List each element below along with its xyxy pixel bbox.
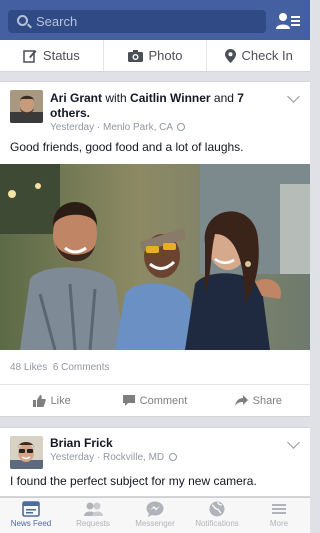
story-header: Ari Grant with Caitlin Winner and 7 othe…: [50, 91, 275, 121]
camera-icon: [127, 49, 143, 62]
location[interactable]: Rockville, MD: [103, 452, 164, 463]
comment-label: Comment: [139, 394, 188, 407]
tab-label: News Feed: [10, 519, 52, 528]
search-input[interactable]: Search: [8, 10, 266, 33]
tab-bar: News Feed Requests Messenger Notificatio…: [0, 497, 310, 533]
tab-label: Requests: [76, 519, 110, 528]
like-label: Like: [50, 394, 71, 407]
tagged-friend[interactable]: Caitlin Winner: [130, 91, 211, 105]
menu-icon: [272, 504, 286, 514]
story-actions: Like Comment Share: [0, 384, 310, 416]
tab-label: More: [269, 519, 289, 528]
tab-label: Messenger: [135, 519, 175, 528]
story-text: Good friends, good food and a lot of lau…: [10, 140, 244, 154]
photo-button[interactable]: Photo: [104, 40, 208, 71]
timestamp[interactable]: Yesterday: [50, 452, 94, 463]
tab-more[interactable]: More: [248, 498, 310, 533]
top-bar: Search: [0, 0, 310, 40]
friend-requests-icon[interactable]: [276, 12, 300, 30]
globe-notifications-icon: [209, 501, 225, 517]
search-icon: [17, 15, 28, 26]
with-text: with: [102, 91, 131, 105]
friends-icon: [84, 502, 103, 516]
location[interactable]: Menlo Park, CA: [103, 122, 172, 133]
tab-notifications[interactable]: Notifications: [186, 498, 248, 533]
author-name[interactable]: Ari Grant: [50, 91, 102, 105]
comment-button[interactable]: Comment: [103, 385, 206, 416]
feed-story: Ari Grant with Caitlin Winner and 7 othe…: [0, 81, 310, 417]
edit-icon: [23, 49, 37, 63]
story-meta: Yesterday · Rockville, MD: [50, 452, 177, 463]
share-label: Share: [252, 394, 282, 407]
tab-news-feed[interactable]: News Feed: [0, 498, 62, 533]
avatar[interactable]: [10, 90, 43, 123]
composer-bar: Status Photo Check In: [0, 40, 310, 72]
search-placeholder: Search: [36, 14, 78, 29]
avatar[interactable]: [10, 436, 43, 469]
thumbs-up-icon: [32, 394, 46, 407]
story-meta: Yesterday · Menlo Park, CA: [50, 122, 186, 133]
story-header: Brian Frick: [50, 436, 275, 451]
comments-count[interactable]: 6 Comments: [53, 362, 110, 373]
share-icon: [234, 395, 248, 406]
globe-icon: [168, 453, 177, 461]
messenger-icon: [146, 501, 164, 517]
news-feed-icon: [22, 501, 40, 517]
location-pin-icon: [224, 48, 236, 63]
and-text: and: [210, 91, 238, 105]
story-photo[interactable]: [0, 164, 310, 350]
check-in-label: Check In: [241, 48, 293, 63]
tab-requests[interactable]: Requests: [62, 498, 124, 533]
comment-icon: [122, 395, 135, 406]
chevron-down-icon[interactable]: [287, 436, 300, 449]
status-label: Status: [42, 48, 80, 63]
check-in-button[interactable]: Check In: [207, 40, 310, 71]
feed-story: Brian Frick Yesterday · Rockville, MD I …: [0, 427, 310, 497]
likes-count[interactable]: 48 Likes: [10, 362, 47, 373]
status-button[interactable]: Status: [0, 40, 104, 71]
chevron-down-icon[interactable]: [287, 90, 300, 103]
tab-messenger[interactable]: Messenger: [124, 498, 186, 533]
share-button[interactable]: Share: [207, 385, 310, 416]
author-name[interactable]: Brian Frick: [50, 436, 113, 450]
story-text: I found the perfect subject for my new c…: [10, 474, 257, 488]
timestamp[interactable]: Yesterday: [50, 122, 94, 133]
photo-label: Photo: [148, 48, 183, 63]
globe-icon: [177, 123, 186, 131]
tab-label: Notifications: [195, 519, 239, 528]
like-button[interactable]: Like: [0, 385, 103, 416]
story-counts[interactable]: 48 Likes 6 Comments: [10, 362, 110, 373]
